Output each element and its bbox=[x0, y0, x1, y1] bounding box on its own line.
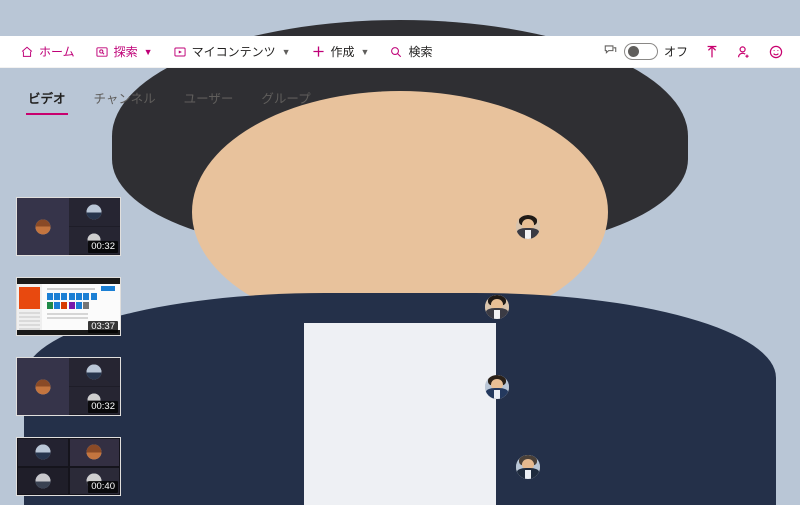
video-duration: 03:37 bbox=[88, 321, 118, 333]
participant-avatar bbox=[35, 444, 51, 460]
nav-item-home-label: ホーム bbox=[39, 45, 75, 59]
thumbnail-sidebar bbox=[17, 284, 42, 334]
nav-item-discover-label: 探索 bbox=[113, 45, 138, 59]
nav-item-search[interactable]: 検索 bbox=[379, 36, 442, 68]
avatar-image bbox=[485, 374, 509, 399]
avatar-image bbox=[516, 454, 540, 479]
tab-users[interactable]: ユーザー bbox=[170, 82, 248, 115]
video-thumbnail[interactable]: 00:40 bbox=[16, 437, 121, 496]
thumbnail-cell bbox=[68, 438, 120, 467]
thumbnail-banner bbox=[19, 287, 40, 309]
video-thumbnail[interactable]: 00:32 bbox=[16, 197, 121, 256]
tab-groups[interactable]: グループ bbox=[247, 82, 324, 115]
home-icon bbox=[20, 45, 34, 59]
thumbnail-cell bbox=[17, 198, 69, 255]
participant-avatar bbox=[86, 444, 102, 460]
participant-avatar bbox=[86, 364, 102, 380]
thumbnail-cell bbox=[68, 198, 120, 227]
avatar bbox=[485, 294, 509, 319]
plus-icon bbox=[311, 44, 326, 59]
participant-avatar bbox=[35, 219, 51, 234]
avatar bbox=[516, 214, 540, 239]
nav-item-create-label: 作成 bbox=[330, 45, 355, 59]
video-thumbnail[interactable]: 00:32 bbox=[16, 357, 121, 416]
thumbnail-cell bbox=[17, 466, 69, 495]
video-duration: 00:32 bbox=[88, 241, 118, 253]
add-person-icon[interactable] bbox=[730, 38, 758, 66]
avatar bbox=[516, 454, 540, 479]
tab-groups-label: グループ bbox=[261, 92, 311, 106]
video-duration: 00:32 bbox=[88, 401, 118, 413]
suite-bar: Stream 1 bbox=[0, 0, 800, 505]
avatar-image bbox=[516, 214, 540, 239]
app-navigation-bar: ホーム 探索 ▼ マイコンテンツ ▼ 作成 ▼ 検索 オフ bbox=[0, 36, 800, 68]
tab-channels[interactable]: チャンネル bbox=[80, 82, 170, 115]
tab-videos[interactable]: ビデオ bbox=[14, 82, 80, 115]
video-duration: 00:40 bbox=[88, 481, 118, 493]
nav-item-search-label: 検索 bbox=[408, 45, 433, 59]
suite-bar-actions: 1 bbox=[0, 0, 800, 505]
nav-item-create[interactable]: 作成 ▼ bbox=[301, 36, 380, 68]
account-avatar[interactable] bbox=[0, 0, 800, 505]
my-content-icon bbox=[173, 45, 187, 59]
thumbnail-cell bbox=[17, 358, 69, 415]
participant-avatar bbox=[35, 379, 51, 394]
thumbnail-heading-line bbox=[46, 288, 96, 290]
upload-icon[interactable] bbox=[698, 38, 726, 66]
tab-users-label: ユーザー bbox=[183, 92, 234, 106]
search-icon bbox=[389, 45, 403, 59]
thumbnail-app-tiles bbox=[46, 293, 97, 309]
thumbnail-cell bbox=[68, 358, 120, 387]
thumbnail-cell bbox=[17, 438, 69, 467]
participant-avatar bbox=[35, 473, 51, 489]
nav-item-home[interactable]: ホーム bbox=[10, 36, 85, 68]
thumbnail-tag bbox=[101, 286, 115, 291]
avatar bbox=[485, 374, 509, 399]
video-thumbnail[interactable]: 03:37 bbox=[16, 277, 121, 336]
nav-item-my-content-label: マイコンテンツ bbox=[191, 45, 276, 59]
thumbnail-footer-lines bbox=[46, 312, 116, 319]
toggle-state-label: オフ bbox=[663, 45, 688, 59]
smiley-feedback-icon[interactable] bbox=[762, 38, 790, 66]
app-nav-right-actions: オフ bbox=[597, 38, 790, 66]
discover-icon bbox=[95, 45, 109, 59]
avatar-image bbox=[485, 294, 509, 319]
chevron-down-icon: ▼ bbox=[281, 46, 291, 57]
feedback-toggle[interactable]: オフ bbox=[597, 42, 694, 62]
chevron-down-icon: ▼ bbox=[143, 46, 153, 57]
feedback-toggle-icon bbox=[603, 42, 618, 62]
avatar-image bbox=[0, 0, 800, 505]
nav-item-discover[interactable]: 探索 ▼ bbox=[85, 36, 163, 68]
toggle-knob bbox=[627, 46, 639, 57]
chevron-down-icon: ▼ bbox=[360, 46, 370, 57]
tab-videos-label: ビデオ bbox=[28, 92, 66, 106]
nav-item-my-content[interactable]: マイコンテンツ ▼ bbox=[163, 36, 301, 68]
toggle-track[interactable] bbox=[623, 43, 658, 60]
tab-channels-label: チャンネル bbox=[93, 92, 156, 106]
participant-avatar bbox=[86, 204, 102, 220]
